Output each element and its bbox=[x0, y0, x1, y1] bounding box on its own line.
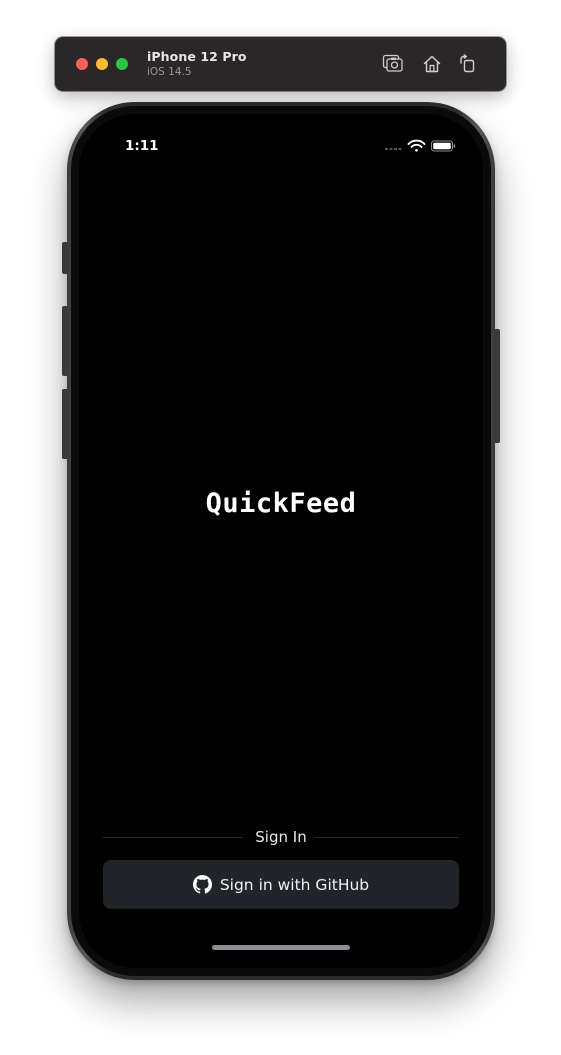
github-button-label: Sign in with GitHub bbox=[219, 875, 370, 894]
github-icon bbox=[192, 875, 212, 894]
simulator-title-bar: iPhone 12 Pro iOS 14.5 bbox=[55, 37, 506, 91]
window-zoom-button[interactable] bbox=[116, 58, 128, 70]
home-button[interactable] bbox=[420, 52, 444, 76]
screenshot-button[interactable] bbox=[381, 52, 405, 76]
window-minimize-button[interactable] bbox=[96, 58, 108, 70]
screenshot-icon bbox=[382, 54, 403, 72]
sign-in-divider: Sign In bbox=[103, 827, 459, 849]
phone-screen: 1:11 QuickFeed Sign In Sign in with GitH… bbox=[79, 114, 483, 968]
os-version: iOS 14.5 bbox=[147, 66, 192, 78]
window-close-button[interactable] bbox=[76, 58, 88, 70]
divider-line-right bbox=[315, 837, 459, 838]
rotate-icon bbox=[460, 54, 475, 73]
sign-in-with-github-button[interactable]: Sign in with GitHub bbox=[103, 860, 459, 909]
wifi-icon bbox=[407, 139, 426, 152]
simulator-stage: iPhone 12 Pro iOS 14.5 1:11 QuickFeed Si… bbox=[0, 0, 561, 1055]
status-time: 1:11 bbox=[125, 138, 159, 154]
battery-icon bbox=[431, 140, 456, 152]
app-title: QuickFeed bbox=[205, 488, 357, 519]
status-icons bbox=[385, 139, 456, 152]
home-icon bbox=[423, 55, 441, 73]
device-name: iPhone 12 Pro bbox=[147, 49, 247, 64]
home-indicator[interactable] bbox=[212, 945, 350, 950]
rotate-button[interactable] bbox=[456, 52, 480, 76]
cellular-signal-icon bbox=[385, 148, 402, 150]
